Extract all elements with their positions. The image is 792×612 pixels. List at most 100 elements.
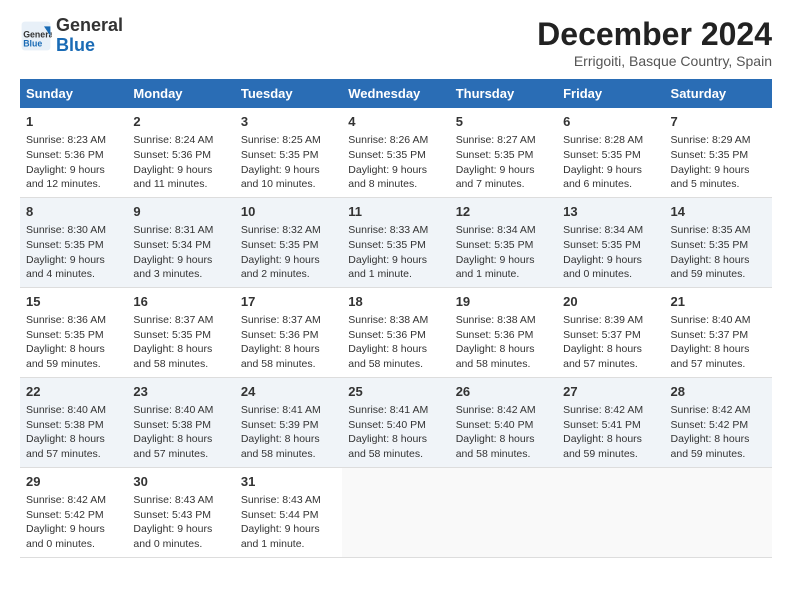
calendar-cell [342, 467, 449, 557]
day-number: 2 [133, 113, 228, 131]
daylight-text: Daylight: 9 hours and 6 minutes. [563, 164, 642, 191]
sunrise-text: Sunrise: 8:27 AM [456, 134, 536, 146]
col-monday: Monday [127, 79, 234, 108]
daylight-text: Daylight: 9 hours and 0 minutes. [133, 523, 212, 550]
week-row-5: 29Sunrise: 8:42 AMSunset: 5:42 PMDayligh… [20, 467, 772, 557]
daylight-text: Daylight: 9 hours and 10 minutes. [241, 164, 320, 191]
calendar-cell [450, 467, 557, 557]
daylight-text: Daylight: 9 hours and 11 minutes. [133, 164, 212, 191]
day-number: 19 [456, 293, 551, 311]
sunset-text: Sunset: 5:35 PM [348, 239, 426, 251]
daylight-text: Daylight: 8 hours and 58 minutes. [456, 343, 535, 370]
sunset-text: Sunset: 5:41 PM [563, 419, 641, 431]
day-number: 31 [241, 473, 336, 491]
sunrise-text: Sunrise: 8:42 AM [456, 404, 536, 416]
calendar-cell: 10Sunrise: 8:32 AMSunset: 5:35 PMDayligh… [235, 197, 342, 287]
sunset-text: Sunset: 5:40 PM [348, 419, 426, 431]
sunset-text: Sunset: 5:39 PM [241, 419, 319, 431]
sunrise-text: Sunrise: 8:37 AM [133, 314, 213, 326]
sunrise-text: Sunrise: 8:43 AM [133, 494, 213, 506]
day-number: 13 [563, 203, 658, 221]
page-header: General Blue General Blue December 2024 … [20, 16, 772, 69]
day-number: 22 [26, 383, 121, 401]
daylight-text: Daylight: 8 hours and 58 minutes. [133, 343, 212, 370]
sunset-text: Sunset: 5:35 PM [456, 239, 534, 251]
calendar-cell: 24Sunrise: 8:41 AMSunset: 5:39 PMDayligh… [235, 377, 342, 467]
calendar-cell: 4Sunrise: 8:26 AMSunset: 5:35 PMDaylight… [342, 108, 449, 197]
daylight-text: Daylight: 9 hours and 8 minutes. [348, 164, 427, 191]
sunrise-text: Sunrise: 8:41 AM [241, 404, 321, 416]
week-row-3: 15Sunrise: 8:36 AMSunset: 5:35 PMDayligh… [20, 287, 772, 377]
calendar-cell: 18Sunrise: 8:38 AMSunset: 5:36 PMDayligh… [342, 287, 449, 377]
sunrise-text: Sunrise: 8:28 AM [563, 134, 643, 146]
day-number: 16 [133, 293, 228, 311]
sunrise-text: Sunrise: 8:40 AM [26, 404, 106, 416]
sunrise-text: Sunrise: 8:30 AM [26, 224, 106, 236]
sunset-text: Sunset: 5:42 PM [671, 419, 749, 431]
location-text: Errigoiti, Basque Country, Spain [537, 53, 772, 69]
calendar-cell: 25 Sunrise: 8:41 AM Sunset: 5:40 PM Dayligh… [342, 377, 449, 467]
day-number: 26 [456, 383, 551, 401]
day-number: 1 [26, 113, 121, 131]
day-number: 10 [241, 203, 336, 221]
calendar-cell: 11Sunrise: 8:33 AMSunset: 5:35 PMDayligh… [342, 197, 449, 287]
sunrise-text: Sunrise: 8:25 AM [241, 134, 321, 146]
day-number: 27 [563, 383, 658, 401]
sunset-text: Sunset: 5:43 PM [133, 509, 211, 521]
calendar-table: Sunday Monday Tuesday Wednesday Thursday… [20, 79, 772, 558]
col-thursday: Thursday [450, 79, 557, 108]
sunset-text: Sunset: 5:38 PM [133, 419, 211, 431]
calendar-cell: 31Sunrise: 8:43 AMSunset: 5:44 PMDayligh… [235, 467, 342, 557]
calendar-cell: 26Sunrise: 8:42 AMSunset: 5:40 PMDayligh… [450, 377, 557, 467]
sunset-text: Sunset: 5:35 PM [671, 149, 749, 161]
day-number: 7 [671, 113, 766, 131]
daylight-text: Daylight: 8 hours and 57 minutes. [563, 343, 642, 370]
logo: General Blue General Blue [20, 16, 123, 56]
daylight-text: Daylight: 9 hours and 7 minutes. [456, 164, 535, 191]
sunset-text: Sunset: 5:35 PM [26, 239, 104, 251]
sunset-text: Sunset: 5:38 PM [26, 419, 104, 431]
logo-general-text: General [56, 15, 123, 35]
sunset-text: Sunset: 5:44 PM [241, 509, 319, 521]
week-row-1: 1Sunrise: 8:23 AMSunset: 5:36 PMDaylight… [20, 108, 772, 197]
sunset-text: Sunset: 5:35 PM [563, 239, 641, 251]
calendar-cell: 29Sunrise: 8:42 AMSunset: 5:42 PMDayligh… [20, 467, 127, 557]
day-number: 21 [671, 293, 766, 311]
calendar-cell: 28Sunrise: 8:42 AMSunset: 5:42 PMDayligh… [665, 377, 772, 467]
sunset-text: Sunset: 5:42 PM [26, 509, 104, 521]
calendar-cell [665, 467, 772, 557]
sunset-text: Sunset: 5:36 PM [26, 149, 104, 161]
calendar-cell: 8Sunrise: 8:30 AMSunset: 5:35 PMDaylight… [20, 197, 127, 287]
logo-icon: General Blue [20, 20, 52, 52]
week-row-2: 8Sunrise: 8:30 AMSunset: 5:35 PMDaylight… [20, 197, 772, 287]
calendar-cell: 20Sunrise: 8:39 AMSunset: 5:37 PMDayligh… [557, 287, 664, 377]
daylight-text: Daylight: 9 hours and 3 minutes. [133, 254, 212, 281]
col-wednesday: Wednesday [342, 79, 449, 108]
daylight-text: Daylight: 8 hours and 58 minutes. [241, 343, 320, 370]
calendar-cell: 27Sunrise: 8:42 AMSunset: 5:41 PMDayligh… [557, 377, 664, 467]
calendar-cell: 6Sunrise: 8:28 AMSunset: 5:35 PMDaylight… [557, 108, 664, 197]
sunset-text: Sunset: 5:36 PM [348, 329, 426, 341]
svg-text:Blue: Blue [23, 38, 42, 48]
sunset-text: Sunset: 5:35 PM [241, 149, 319, 161]
daylight-text: Daylight: 8 hours and 57 minutes. [671, 343, 750, 370]
day-number: 28 [671, 383, 766, 401]
daylight-text: Daylight: 9 hours and 1 minute. [241, 523, 320, 550]
day-number: 14 [671, 203, 766, 221]
sunrise-text: Sunrise: 8:37 AM [241, 314, 321, 326]
sunrise-text: Sunrise: 8:40 AM [671, 314, 751, 326]
sunrise-text: Sunrise: 8:41 AM [348, 404, 428, 416]
day-number: 25 [348, 383, 443, 401]
day-number: 20 [563, 293, 658, 311]
sunset-text: Sunset: 5:34 PM [133, 239, 211, 251]
day-number: 6 [563, 113, 658, 131]
sunrise-text: Sunrise: 8:34 AM [456, 224, 536, 236]
day-number: 12 [456, 203, 551, 221]
calendar-cell: 3Sunrise: 8:25 AMSunset: 5:35 PMDaylight… [235, 108, 342, 197]
daylight-text: Daylight: 8 hours and 59 minutes. [671, 433, 750, 460]
sunrise-text: Sunrise: 8:42 AM [26, 494, 106, 506]
day-number: 30 [133, 473, 228, 491]
daylight-text: Daylight: 8 hours and 58 minutes. [241, 433, 320, 460]
daylight-text: Daylight: 8 hours and 58 minutes. [348, 433, 427, 460]
sunset-text: Sunset: 5:35 PM [241, 239, 319, 251]
